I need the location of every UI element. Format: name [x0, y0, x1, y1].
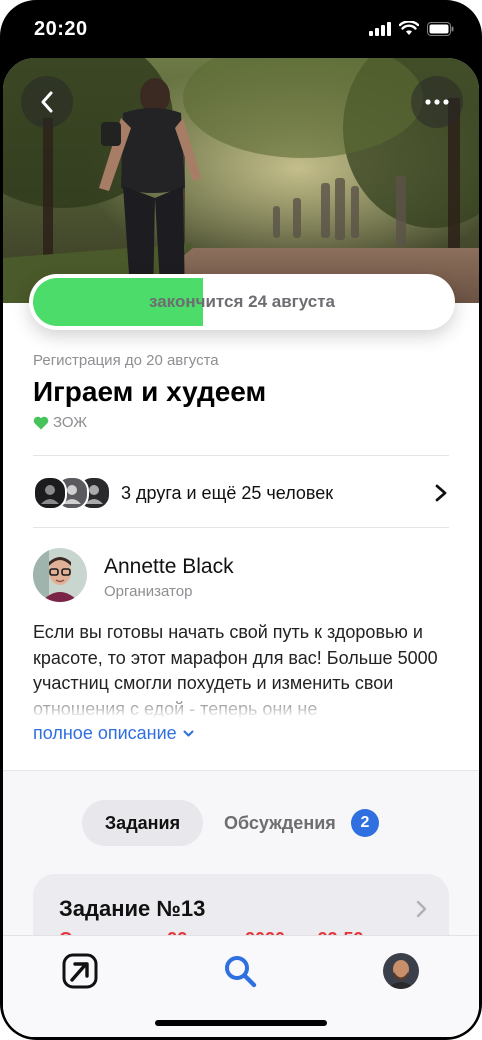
back-button[interactable]	[21, 76, 73, 128]
category-label: ЗОЖ	[53, 414, 88, 431]
battery-icon	[427, 21, 454, 36]
more-button[interactable]	[411, 76, 463, 128]
wifi-icon	[399, 21, 419, 35]
tab-profile[interactable]	[383, 953, 419, 989]
signal-icon	[369, 21, 391, 36]
app-logo-icon	[62, 953, 98, 989]
bottom-tab-bar	[3, 935, 479, 1037]
profile-avatar	[383, 953, 419, 989]
tab-home[interactable]	[62, 953, 98, 989]
chevron-right-icon	[435, 484, 447, 502]
screen: закончится 24 августа Регистрация до 20 …	[3, 58, 479, 1037]
home-indicator	[155, 1020, 327, 1026]
full-description-link[interactable]: полное описание	[33, 723, 194, 744]
description-fade	[33, 688, 453, 718]
status-time: 20:20	[34, 18, 88, 40]
discussions-count-badge: 2	[351, 809, 379, 837]
progress-text: закончится 24 августа	[148, 292, 336, 311]
chevron-down-icon	[183, 730, 194, 737]
tab-search[interactable]	[222, 953, 258, 989]
organizer-role: Организатор	[104, 583, 193, 600]
more-dots-icon	[425, 99, 449, 105]
full-description-label: полное описание	[33, 723, 177, 743]
friend-avatar	[33, 476, 67, 510]
hero-image	[3, 58, 479, 303]
green-heart-icon	[33, 416, 49, 429]
chevron-left-icon	[41, 91, 53, 113]
status-icons	[369, 21, 454, 36]
chevron-right-icon	[416, 900, 427, 918]
category-tag: ЗОЖ	[33, 414, 87, 431]
phone-frame: 20:20 закончится 24 августа Регистрация …	[0, 0, 482, 1040]
participants-text: 3 друга и ещё 25 человек	[121, 482, 334, 503]
runner-park-photo	[3, 58, 479, 303]
deadline-progress: закончится 24 августа	[29, 274, 455, 330]
divider	[33, 527, 449, 528]
tab-tasks[interactable]: Задания	[82, 800, 203, 846]
task-title: Задание №13	[59, 896, 206, 921]
organizer-avatar[interactable]	[33, 548, 87, 602]
tab-discussions[interactable]: Обсуждения	[224, 800, 336, 846]
search-icon	[225, 956, 257, 988]
registration-deadline: Регистрация до 20 августа	[33, 352, 219, 369]
organizer-name: Annette Black	[104, 555, 234, 578]
participants-row[interactable]: 3 друга и ещё 25 человек	[33, 470, 449, 516]
divider	[33, 455, 449, 456]
status-bar: 20:20	[0, 0, 482, 60]
page-title: Играем и худеем	[33, 376, 267, 407]
